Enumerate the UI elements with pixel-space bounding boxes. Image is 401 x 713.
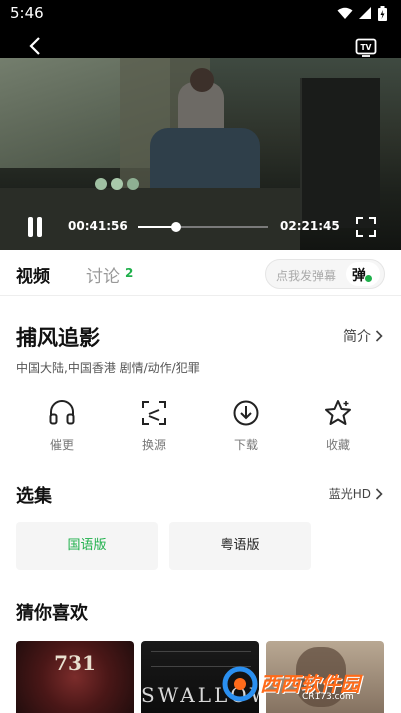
total-time: 02:21:45	[280, 219, 340, 233]
poster-title: 731	[54, 651, 96, 675]
episodes-title: 选集	[16, 486, 52, 507]
tab-video[interactable]: 视频	[16, 262, 50, 287]
player-area: 5:46 TV 00:41:56 02:21:45	[0, 0, 401, 250]
download-button[interactable]: 下载	[216, 398, 276, 456]
chevron-right-icon	[375, 330, 383, 342]
danmu-on-indicator	[364, 274, 373, 283]
danmu-toggle-button[interactable]: 弹	[346, 262, 380, 286]
chevron-right-icon	[375, 487, 383, 500]
status-icons	[337, 6, 387, 21]
watermark-logo-icon	[222, 666, 258, 702]
quality-selector[interactable]: 蓝光HD	[329, 485, 383, 502]
watermark: 西西软件园 CR173.com	[222, 666, 392, 706]
seek-thumb[interactable]	[171, 222, 182, 232]
headphones-icon	[49, 400, 75, 425]
poster-credits	[151, 651, 251, 667]
episode-cantonese[interactable]: 粤语版	[169, 522, 311, 570]
movie-title: 捕风追影	[16, 326, 100, 350]
danmu-input-box[interactable]: 点我发弹幕 弹	[265, 259, 385, 289]
player-top-bar: TV	[0, 30, 401, 62]
tabs-row: 视频 讨论 2 点我发弹幕 弹	[0, 250, 401, 296]
danmu-input-placeholder: 点我发弹幕	[276, 269, 337, 283]
remind-update-button[interactable]: 催更	[32, 398, 92, 456]
recommend-poster[interactable]: 731	[16, 641, 134, 713]
episode-mandarin[interactable]: 国语版	[16, 522, 158, 570]
switch-source-button[interactable]: 换源	[124, 398, 184, 456]
fullscreen-icon[interactable]	[355, 216, 377, 238]
tv-label: TV	[361, 43, 372, 52]
action-bar: 催更 换源 下载 收藏	[0, 398, 401, 458]
video-scene-machine	[300, 78, 380, 228]
movie-meta: 中国大陆,中国香港 剧情/动作/犯罪	[16, 361, 200, 375]
back-icon[interactable]	[26, 36, 46, 56]
video-scene-head	[190, 68, 214, 92]
signal-icon	[359, 7, 371, 19]
action-label: 下载	[233, 438, 258, 452]
watermark-sub: CR173.com	[302, 692, 354, 702]
action-label: 催更	[49, 438, 74, 452]
star-icon	[325, 400, 351, 425]
favorite-button[interactable]: 收藏	[308, 398, 368, 456]
tab-discuss[interactable]: 讨论	[86, 262, 120, 287]
status-bar: 5:46	[0, 0, 401, 28]
seek-bar[interactable]	[138, 222, 268, 232]
video-scene-lights	[95, 178, 107, 190]
switch-source-icon	[142, 401, 166, 425]
recommend-title: 猜你喜欢	[16, 603, 88, 624]
pause-button[interactable]	[26, 217, 44, 237]
battery-icon	[378, 6, 387, 21]
action-label: 收藏	[325, 438, 350, 452]
intro-label: 简介	[343, 329, 371, 345]
current-time: 00:41:56	[68, 219, 128, 233]
action-label: 换源	[141, 438, 166, 452]
intro-link[interactable]: 简介	[343, 326, 383, 346]
discuss-count-badge: 2	[125, 266, 134, 280]
wifi-icon	[337, 7, 353, 19]
status-time: 5:46	[10, 4, 44, 22]
tv-cast-icon[interactable]: TV	[355, 36, 377, 58]
download-icon	[233, 400, 259, 426]
player-controls: 00:41:56 02:21:45	[0, 212, 401, 242]
quality-label: 蓝光HD	[328, 487, 371, 501]
